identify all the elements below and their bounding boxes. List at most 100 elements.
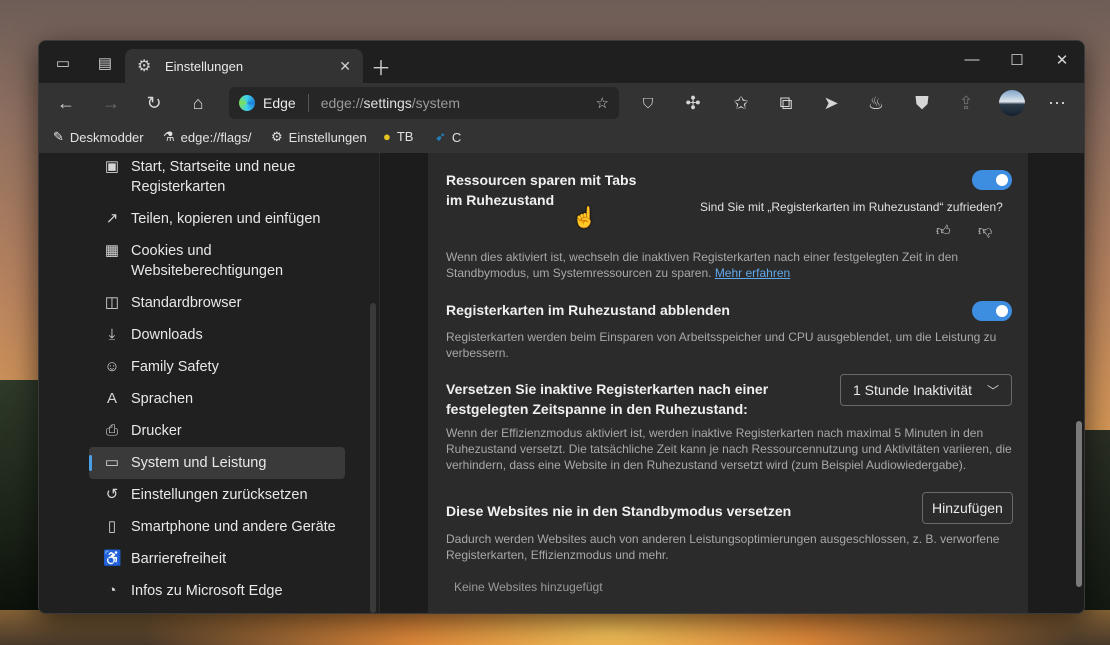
favorite-item[interactable]: ➶ C xyxy=(435,129,461,145)
thumbs-up-icon[interactable]: 👍︎ xyxy=(936,222,951,239)
thumbs-down-icon[interactable]: 👎︎ xyxy=(978,222,992,239)
favorite-item[interactable]: ✎ Deskmodder xyxy=(53,129,144,145)
toggle-knob xyxy=(996,174,1008,186)
timeout-dropdown[interactable]: 1 Stunde Inaktivität ﹀ xyxy=(840,374,1012,406)
sidebar-item-label: Downloads xyxy=(131,327,203,343)
sidebar-item-label: Sprachen xyxy=(131,391,194,407)
sidebar-item-reset[interactable]: ↺ Einstellungen zurücksetzen xyxy=(89,481,345,509)
sidebar-item-label: Einstellungen zurücksetzen xyxy=(131,487,308,503)
browser-icon: ◫ xyxy=(104,294,120,311)
sleeping-tabs-description-text: Wenn dies aktiviert ist, wechseln die in… xyxy=(446,250,959,280)
favorites-icon[interactable]: ✩ xyxy=(728,91,754,115)
sidebar-item-label: Barrierefreiheit xyxy=(131,551,227,567)
no-sites-text: Keine Websites hinzugefügt xyxy=(454,580,603,594)
home-tab-icon: ▣ xyxy=(104,158,120,175)
sidebar-item-label: Smartphone und andere Geräte xyxy=(131,519,336,535)
sidebar-item-default-browser[interactable]: ◫ Standardbrowser xyxy=(89,289,345,317)
add-site-button[interactable]: Hinzufügen xyxy=(922,492,1013,524)
sidebar-item-phone[interactable]: ▯ Smartphone und andere Geräte xyxy=(89,513,345,541)
sidebar-item-share[interactable]: ↗ Teilen, kopieren und einfügen xyxy=(89,205,345,233)
favorite-item[interactable]: ● TB xyxy=(383,129,413,144)
tab-actions-icon[interactable]: ▭ xyxy=(53,53,73,73)
twitter-bird-icon: ➶ xyxy=(435,129,446,144)
back-arrow-icon[interactable]: ← xyxy=(53,91,79,115)
tab-strip: ▭ ▤ ⚙ Einstellungen ✕ ＋ — ☐ ✕ xyxy=(39,41,1084,83)
maximize-button[interactable]: ☐ xyxy=(1002,51,1032,73)
sidebar-item-downloads[interactable]: ⤓ Downloads xyxy=(89,321,345,349)
sidebar-item-languages[interactable]: A Sprachen xyxy=(89,385,345,413)
fade-tabs-description: Registerkarten werden beim Einsparen von… xyxy=(446,330,997,360)
sidebar-item-accessibility[interactable]: ♿ Barrierefreiheit xyxy=(89,545,345,573)
workspaces-icon[interactable]: ▤ xyxy=(95,53,115,73)
refresh-icon[interactable]: ↻ xyxy=(141,91,167,115)
sleeping-tabs-title: Ressourcen sparen mit Tabs im Ruhezustan… xyxy=(446,172,637,208)
ublock-shield-icon[interactable]: ⛉ xyxy=(635,91,661,115)
sidebar-item-cookies[interactable]: ▦ Cookies und Websiteberechtigungen xyxy=(89,237,345,285)
toggle-knob xyxy=(996,305,1008,317)
feedback-question: Sind Sie mit „Registerkarten im Ruhezust… xyxy=(700,200,1003,214)
settings-card: Ressourcen sparen mit Tabs im Ruhezustan… xyxy=(428,153,1028,613)
timeout-description: Wenn der Effizienzmodus aktiviert ist, w… xyxy=(446,426,1012,472)
sleeping-tabs-toggle[interactable] xyxy=(972,170,1012,190)
close-window-button[interactable]: ✕ xyxy=(1047,51,1077,73)
url-prefix: edge:// xyxy=(320,95,364,111)
sidebar-item-start[interactable]: ▣ Start, Startseite und neue Registerkar… xyxy=(89,153,345,201)
background-trees-left xyxy=(0,380,40,610)
close-tab-icon[interactable]: ✕ xyxy=(339,58,351,75)
sleeping-tabs-description: Wenn dies aktiviert ist, wechseln die in… xyxy=(446,249,986,281)
sidebar-item-label: System und Leistung xyxy=(131,455,267,471)
chevron-down-icon: ﹀ xyxy=(986,383,999,398)
sidebar-item-label: Infos zu Microsoft Edge xyxy=(131,583,283,599)
printer-icon: ⎙ xyxy=(105,422,118,439)
minimize-button[interactable]: — xyxy=(957,51,987,73)
yellow-circle-icon: ● xyxy=(383,129,391,144)
sidebar-item-label: Family Safety xyxy=(131,359,219,375)
favorite-item[interactable]: ⚙ Einstellungen xyxy=(271,129,367,145)
sidebar-item-label: Cookies und Websiteberechtigungen xyxy=(131,243,284,279)
sidebar-scrollbar[interactable] xyxy=(370,303,376,613)
add-favorite-star-icon[interactable]: ☆ xyxy=(596,94,609,112)
url-host: settings xyxy=(363,95,412,111)
phone-icon: ▯ xyxy=(107,518,117,535)
favorite-label: TB xyxy=(396,129,414,144)
sidebar-item-family-safety[interactable]: ☺ Family Safety xyxy=(89,353,345,381)
home-icon[interactable]: ⌂ xyxy=(185,91,211,115)
new-tab-button[interactable]: ＋ xyxy=(371,52,391,81)
timeout-selected: 1 Stunde Inaktivität xyxy=(853,382,973,398)
learn-more-link[interactable]: Mehr erfahren xyxy=(715,266,790,280)
browser-window: ▭ ▤ ⚙ Einstellungen ✕ ＋ — ☐ ✕ ← → ↻ ⌂ Ed… xyxy=(38,40,1085,614)
family-icon: ☺ xyxy=(104,358,120,375)
edge-icon: ◔ xyxy=(107,582,117,599)
forward-arrow-icon[interactable]: → xyxy=(98,91,124,115)
tab-settings[interactable]: ⚙ Einstellungen ✕ xyxy=(125,49,363,83)
favorite-label: Einstellungen xyxy=(288,129,367,145)
profile-avatar[interactable] xyxy=(999,90,1025,116)
send-icon[interactable]: ➤ xyxy=(818,91,844,115)
address-brand: Edge xyxy=(263,95,296,111)
sidebar-item-system[interactable]: ▭ System und Leistung xyxy=(89,447,345,479)
download-icon: ⤓ xyxy=(108,326,116,343)
sidebar-item-about[interactable]: ◔ Infos zu Microsoft Edge xyxy=(89,577,345,605)
performance-icon[interactable]: ♨ xyxy=(863,91,889,115)
favorites-bar: ✎ Deskmodder ⚗ edge://flags/ ⚙ Einstellu… xyxy=(39,123,1084,154)
gear-icon: ⚙ xyxy=(271,129,283,144)
collections-icon[interactable]: ⧉ xyxy=(773,91,799,115)
favorite-label: C xyxy=(451,129,462,145)
url-path: /system xyxy=(411,95,461,111)
sidebar-item-label: Standardbrowser xyxy=(131,295,242,311)
more-menu-icon[interactable]: ⋯ xyxy=(1044,91,1070,115)
fade-tabs-toggle[interactable] xyxy=(972,301,1012,321)
sidebar-item-label: Start, Startseite und neue Registerkarte… xyxy=(131,159,296,195)
address-url[interactable]: edge://settings/system xyxy=(321,95,596,111)
timeout-title: Versetzen Sie inaktive Registerkarten na… xyxy=(446,381,769,417)
favorite-label: Deskmodder xyxy=(69,129,144,145)
favorite-item[interactable]: ⚗ edge://flags/ xyxy=(163,129,251,145)
share-icon[interactable]: ⇪ xyxy=(953,91,979,115)
settings-main: Ressourcen sparen mit Tabs im Ruhezustan… xyxy=(379,153,1084,613)
browser-essentials-icon[interactable]: ⛊ xyxy=(909,91,935,115)
sidebar-item-printers[interactable]: ⎙ Drucker xyxy=(89,417,345,445)
extensions-puzzle-icon[interactable]: ✣ xyxy=(680,91,706,115)
main-scrollbar[interactable] xyxy=(1076,421,1082,587)
background-trees-right xyxy=(1084,430,1110,610)
address-bar[interactable]: Edge edge://settings/system ☆ xyxy=(229,87,619,119)
